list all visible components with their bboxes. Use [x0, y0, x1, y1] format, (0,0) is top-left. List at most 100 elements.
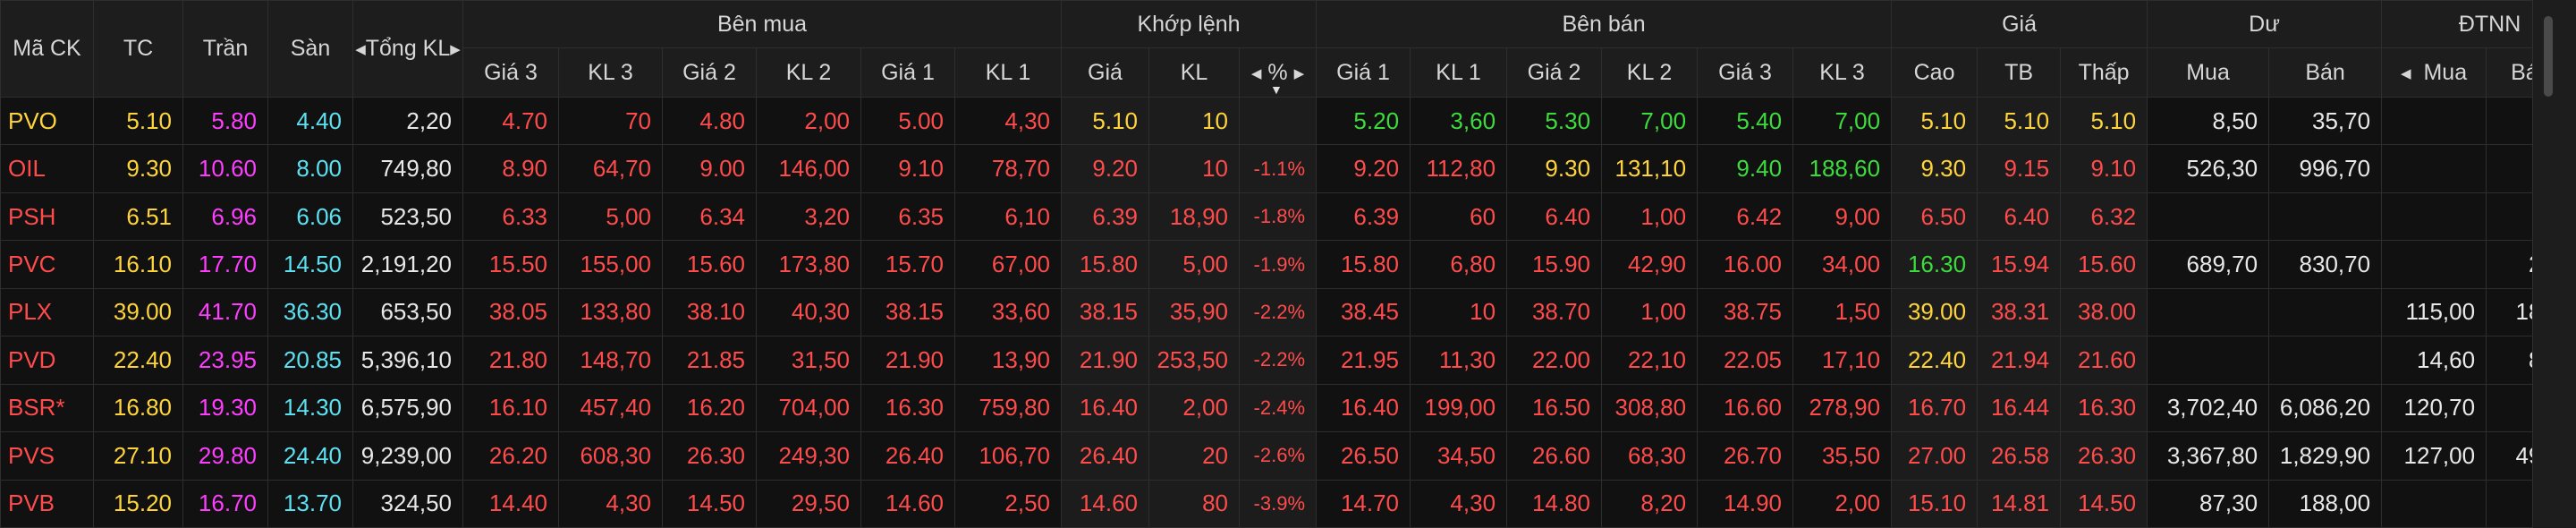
col-header-sell-price-2[interactable]: Giá 2	[1506, 47, 1603, 98]
table-row[interactable]: PVB 15.20 16.70 13.70 324,50 14.40 4,30 14.50 29…	[0, 479, 2576, 528]
col-header-match-pct[interactable]: ◀ % ▶ ▼	[1238, 47, 1318, 98]
table-cell: 8,20	[1601, 479, 1699, 528]
table-cell: 16.10	[93, 240, 183, 289]
col-header-buy-price-1[interactable]: Giá 1	[860, 47, 955, 98]
col-header-foreign-buy[interactable]: ◀ Mua	[2381, 47, 2487, 98]
table-cell: -2.4%	[1238, 383, 1318, 433]
table-row[interactable]: PVS 27.10 29.80 24.40 9,239,00 26.20 608,30 26.…	[0, 431, 2576, 481]
table-row[interactable]: BSR* 16.80 19.30 14.30 6,575,90 16.10 457,40 16…	[0, 383, 2576, 433]
table-cell: 42,90	[1601, 240, 1699, 289]
table-cell: 14.81	[1977, 479, 2062, 528]
table-cell: 26.20	[462, 431, 559, 481]
col-header-buy-vol-1[interactable]: KL 1	[954, 47, 1062, 98]
col-header-buy-price-2[interactable]: Giá 2	[662, 47, 757, 98]
table-cell: 16.00	[1697, 240, 1794, 289]
table-row[interactable]: PVC 16.10 17.70 14.50 2,191,20 15.50 155,00 15.…	[0, 240, 2576, 289]
col-header-high[interactable]: Cao	[1891, 47, 1979, 98]
col-header-avg[interactable]: TB	[1977, 47, 2062, 98]
scrollbar-thumb[interactable]	[2544, 16, 2553, 97]
table-cell: 26.70	[1697, 431, 1794, 481]
table-cell: 9.20	[1316, 144, 1411, 193]
caret-left-icon[interactable]: ◀	[1251, 65, 1262, 81]
table-cell	[2381, 240, 2487, 289]
group-header-price: Giá	[1891, 0, 2148, 48]
col-header-sell-vol-3[interactable]: KL 3	[1792, 47, 1893, 98]
sort-desc-icon[interactable]: ▼	[1270, 82, 1283, 97]
symbol-cell[interactable]: BSR*	[0, 383, 94, 433]
group-header-match: Khớp lệnh	[1060, 0, 1318, 48]
table-row[interactable]: PSH 6.51 6.96 6.06 523,50 6.33 5,00 6.34 3,20 6.3…	[0, 192, 2576, 242]
table-cell: 15.60	[662, 240, 757, 289]
table-cell: 21.90	[1061, 336, 1149, 385]
table-cell: 308,80	[1601, 383, 1699, 433]
table-cell: 78,70	[954, 144, 1062, 193]
table-cell: 3,20	[756, 192, 861, 242]
caret-right-icon[interactable]: ▶	[450, 41, 461, 57]
table-cell: 9.10	[860, 144, 955, 193]
table-cell: 3,60	[1410, 96, 1508, 146]
col-header-symbol[interactable]: Mã CK	[0, 0, 94, 98]
table-cell: 26.30	[662, 431, 757, 481]
col-header-low[interactable]: Thấp	[2060, 47, 2148, 98]
col-header-ceiling[interactable]: Trần	[182, 0, 268, 98]
table-cell: 10	[1148, 144, 1240, 193]
symbol-cell[interactable]: PVB	[0, 479, 94, 528]
col-header-ref[interactable]: TC	[93, 0, 183, 98]
table-cell: 35,70	[2268, 96, 2383, 146]
symbol-cell[interactable]: PVD	[0, 336, 94, 385]
col-header-sell-vol-2[interactable]: KL 2	[1601, 47, 1699, 98]
symbol-cell[interactable]: PLX	[0, 287, 94, 337]
table-cell: 6,575,90	[352, 383, 463, 433]
table-cell: 26.40	[1061, 431, 1149, 481]
col-header-floor[interactable]: Sàn	[267, 0, 353, 98]
table-cell: 33,60	[954, 287, 1062, 337]
col-header-match-price[interactable]: Giá	[1061, 47, 1149, 98]
symbol-cell[interactable]: OIL	[0, 144, 94, 193]
table-cell: 120,70	[2381, 383, 2487, 433]
caret-right-icon[interactable]: ▶	[1294, 65, 1305, 81]
vertical-scrollbar[interactable]	[2532, 0, 2576, 528]
table-cell	[2381, 144, 2487, 193]
table-row[interactable]: OIL 9.30 10.60 8.00 749,80 8.90 64,70 9.00 146,0…	[0, 144, 2576, 193]
col-header-match-volume[interactable]: KL	[1148, 47, 1240, 98]
table-row[interactable]: PVO 5.10 5.80 4.40 2,20 4.70 70 4.80 2,00 5.00 4,3…	[0, 96, 2576, 146]
table-row[interactable]: PVD 22.40 23.95 20.85 5,396,10 21.80 148,70 21.…	[0, 336, 2576, 385]
symbol-cell[interactable]: PVC	[0, 240, 94, 289]
caret-left-icon[interactable]: ◀	[355, 41, 366, 57]
table-cell: 16.60	[1697, 383, 1794, 433]
symbol-cell[interactable]: PVO	[0, 96, 94, 146]
table-cell: 18,90	[1148, 192, 1240, 242]
col-header-buy-vol-3[interactable]: KL 3	[558, 47, 663, 98]
table-cell: 759,80	[954, 383, 1062, 433]
table-cell: 16.30	[860, 383, 955, 433]
table-cell: 704,00	[756, 383, 861, 433]
col-header-sell-price-1[interactable]: Giá 1	[1316, 47, 1411, 98]
col-header-buy-price-3[interactable]: Giá 3	[462, 47, 559, 98]
table-row[interactable]: PLX 39.00 41.70 36.30 653,50 38.05 133,80 38.10…	[0, 287, 2576, 337]
col-header-sell-price-3[interactable]: Giá 3	[1697, 47, 1794, 98]
total-volume-label: Tổng KL	[365, 36, 451, 61]
table-cell: 16.30	[2060, 383, 2148, 433]
table-cell: 13,90	[954, 336, 1062, 385]
table-cell: 15.60	[2060, 240, 2148, 289]
symbol-cell[interactable]: PVS	[0, 431, 94, 481]
table-cell: 5.20	[1316, 96, 1411, 146]
table-cell: 20	[1148, 431, 1240, 481]
col-header-sell-vol-1[interactable]: KL 1	[1410, 47, 1508, 98]
table-cell: 22,10	[1601, 336, 1699, 385]
table-cell: 6.50	[1891, 192, 1979, 242]
table-cell: 10	[1410, 287, 1508, 337]
col-header-surplus-sell[interactable]: Bán	[2268, 47, 2383, 98]
table-cell: 60	[1410, 192, 1508, 242]
table-cell: 2,00	[756, 96, 861, 146]
col-header-surplus-buy[interactable]: Mua	[2147, 47, 2270, 98]
table-cell: 6.39	[1061, 192, 1149, 242]
col-header-buy-vol-2[interactable]: KL 2	[756, 47, 861, 98]
table-cell: 14.50	[662, 479, 757, 528]
table-cell: -1.1%	[1238, 144, 1318, 193]
table-cell: 16.10	[462, 383, 559, 433]
caret-left-icon[interactable]: ◀	[2401, 65, 2411, 81]
table-cell: 6,80	[1410, 240, 1508, 289]
col-header-total-volume[interactable]: ◀Tổng KL▶	[352, 0, 463, 98]
symbol-cell[interactable]: PSH	[0, 192, 94, 242]
